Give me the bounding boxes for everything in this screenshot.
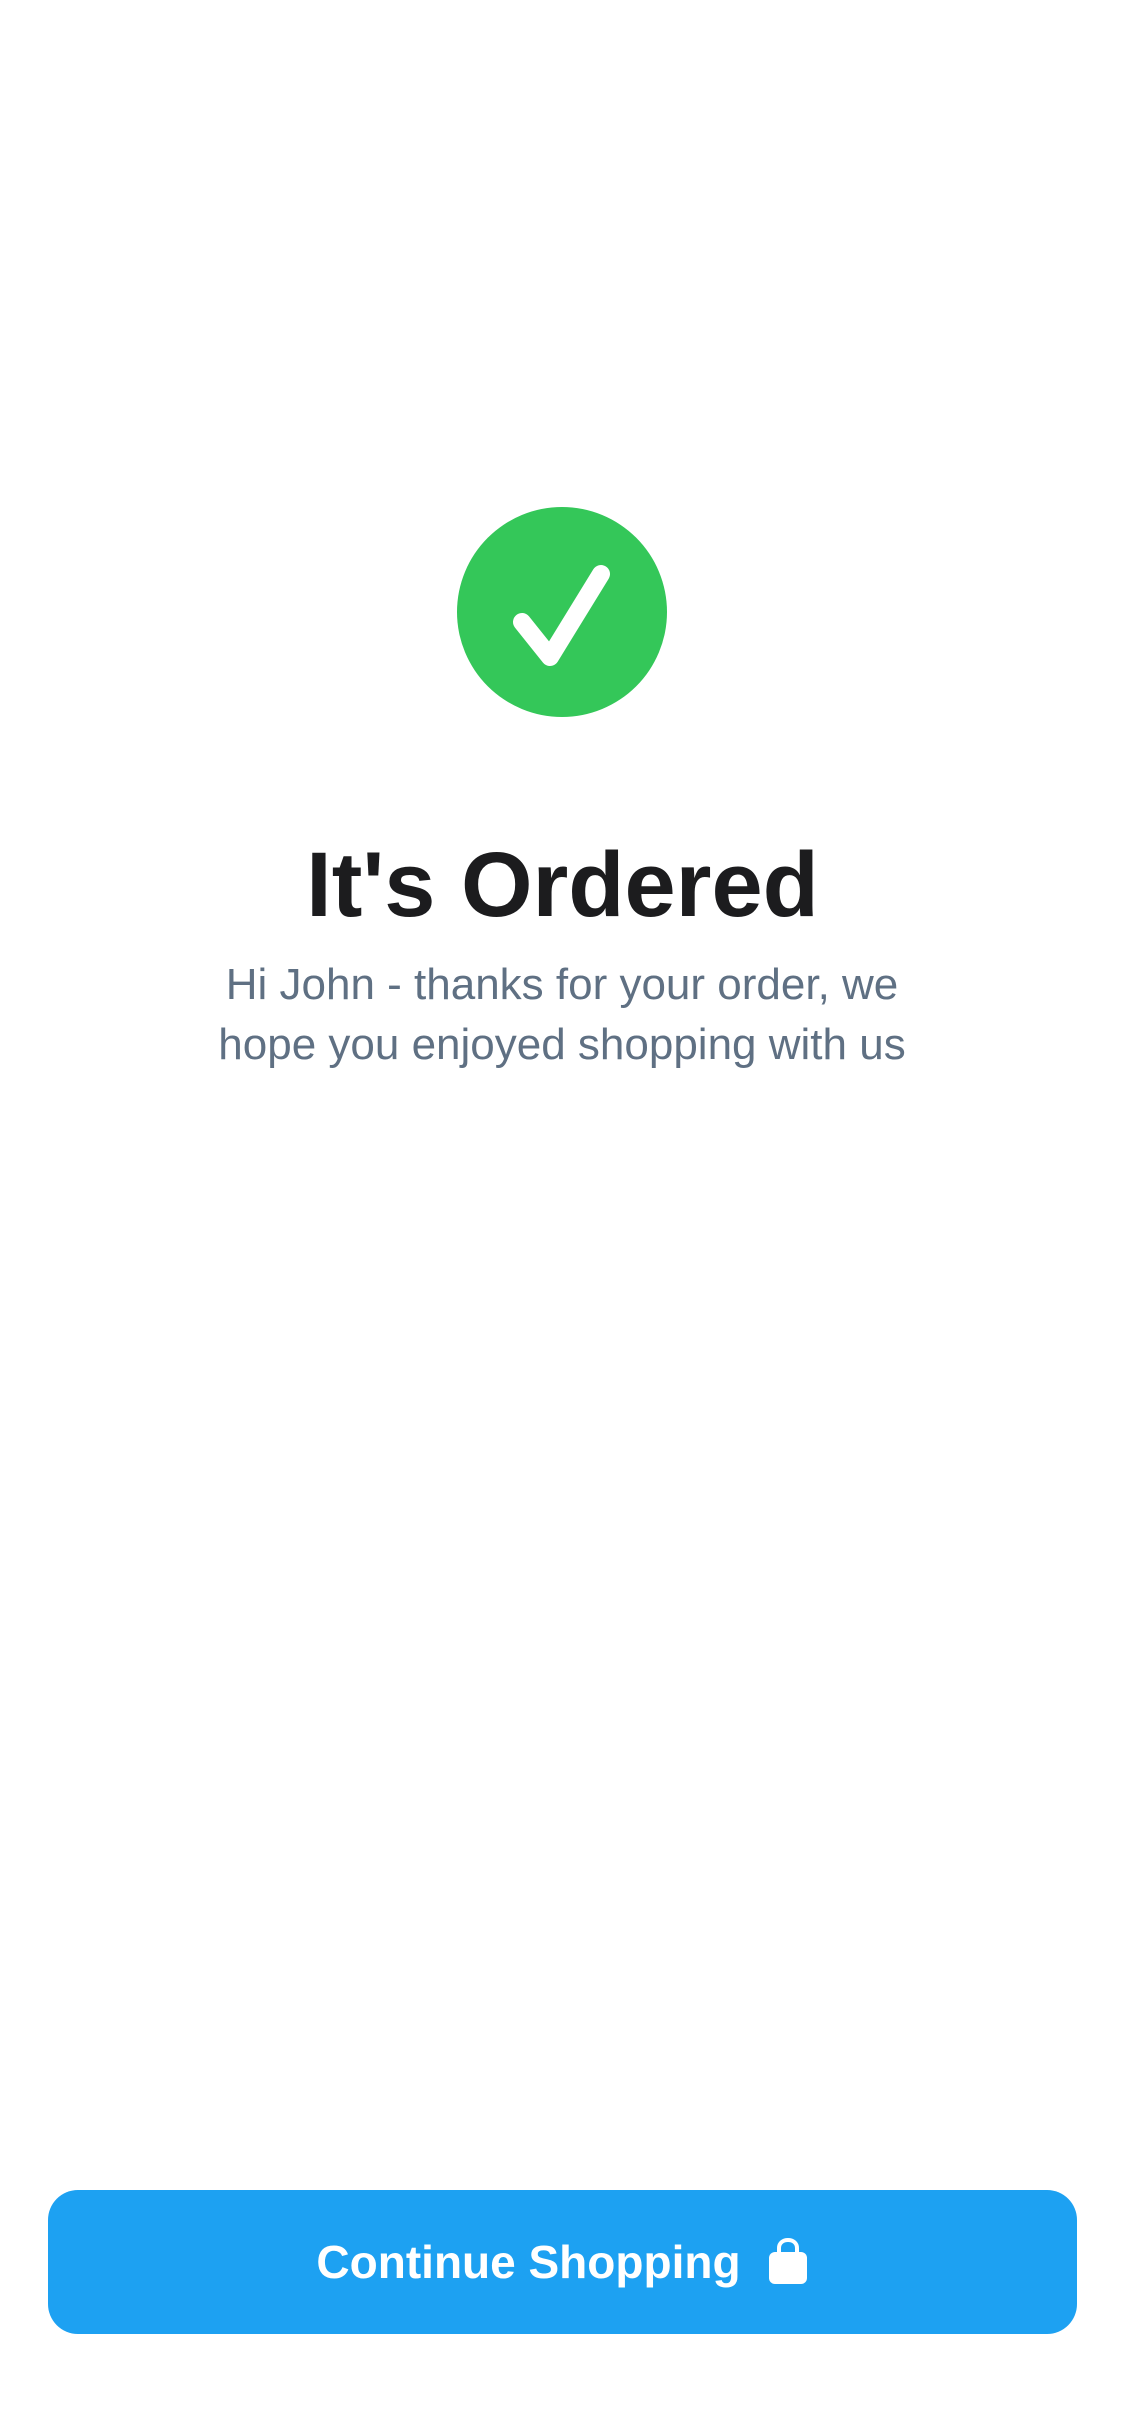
- order-confirmation-screen: It's Ordered Hi John - thanks for your o…: [0, 0, 1125, 2436]
- confirmation-message: Hi John - thanks for your order, we hope…: [218, 960, 906, 1069]
- confirmation-title: It's Ordered: [306, 834, 819, 936]
- success-checkmark-icon: [457, 507, 667, 717]
- continue-shopping-button[interactable]: Continue Shopping: [48, 2190, 1077, 2334]
- continue-shopping-label: Continue Shopping: [316, 2236, 741, 2288]
- shopping-bag-icon: [768, 2238, 807, 2284]
